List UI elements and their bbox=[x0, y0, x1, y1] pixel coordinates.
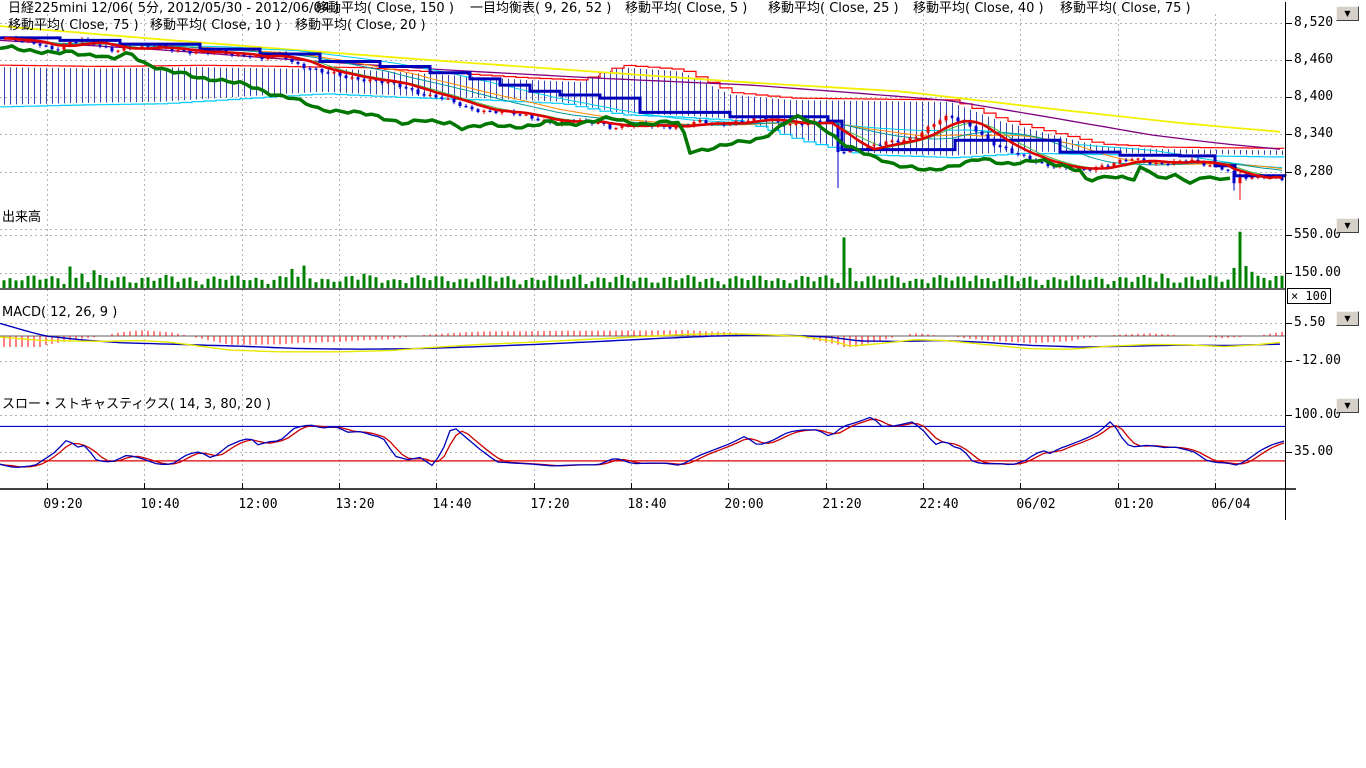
legend-ma10: 移動平均( Close, 10 ) bbox=[150, 19, 281, 33]
chart-application-window: 日経225mini 12/06( 5分, 2012/05/30 - 2012/0… bbox=[0, 0, 1366, 768]
stoch-k-line bbox=[0, 418, 1284, 468]
x-axis-label: 14:40 bbox=[432, 497, 472, 512]
x-axis-label: 06/02 bbox=[1016, 497, 1056, 512]
stoch-axis-label: 35.00 bbox=[1294, 445, 1333, 459]
price-axis-label: 8,280 bbox=[1294, 165, 1333, 179]
legend-ma20: 移動平均( Close, 20 ) bbox=[295, 19, 426, 33]
macd-scale-dropdown-button[interactable]: ▼ bbox=[1336, 311, 1359, 326]
volume-axis-label: 150.00 bbox=[1294, 266, 1341, 280]
x-axis-label: 09:20 bbox=[43, 497, 83, 512]
chevron-down-icon: ▼ bbox=[1344, 315, 1350, 323]
legend-ma75-2: 移動平均( Close, 75 ) bbox=[8, 19, 139, 33]
legend-ma75: 移動平均( Close, 75 ) bbox=[1060, 2, 1191, 16]
x-axis-label: 12:00 bbox=[238, 497, 278, 512]
price-scale-dropdown-button[interactable]: ▼ bbox=[1336, 6, 1359, 21]
chart-title: 日経225mini 12/06( 5分, 2012/05/30 - 2012/0… bbox=[8, 2, 339, 16]
x-axis-label: 18:40 bbox=[627, 497, 667, 512]
x-axis-label: 10:40 bbox=[140, 497, 180, 512]
chart-canvas[interactable] bbox=[0, 0, 1366, 768]
macd-pane-title: MACD( 12, 26, 9 ) bbox=[2, 306, 117, 320]
ichimoku-kijun-line bbox=[0, 38, 1285, 176]
legend-ma40: 移動平均( Close, 40 ) bbox=[913, 2, 1044, 16]
x-axis-label: 20:00 bbox=[724, 497, 764, 512]
chevron-down-icon: ▼ bbox=[1344, 222, 1350, 230]
volume-axis-label: 550.00 bbox=[1294, 228, 1341, 242]
x-axis-label: 06/04 bbox=[1211, 497, 1251, 512]
volume-multiplier-badge: × 100 bbox=[1287, 288, 1331, 304]
stoch-scale-dropdown-button[interactable]: ▼ bbox=[1336, 398, 1359, 413]
chevron-down-icon: ▼ bbox=[1344, 402, 1350, 410]
x-axis-label: 22:40 bbox=[919, 497, 959, 512]
price-axis-label: 8,520 bbox=[1294, 16, 1333, 30]
legend-ma5: 移動平均( Close, 5 ) bbox=[625, 2, 747, 16]
price-axis-label: 8,340 bbox=[1294, 127, 1333, 141]
macd-axis-label: 5.50 bbox=[1294, 316, 1325, 330]
x-axis-label: 01:20 bbox=[1114, 497, 1154, 512]
volume-scale-dropdown-button[interactable]: ▼ bbox=[1336, 218, 1359, 233]
volume-pane-title: 出来高 bbox=[2, 211, 41, 225]
legend-ma25: 移動平均( Close, 25 ) bbox=[768, 2, 899, 16]
legend-ichimoku: 一目均衡表( 9, 26, 52 ) bbox=[470, 2, 611, 16]
x-axis-label: 21:20 bbox=[822, 497, 862, 512]
x-axis-label: 17:20 bbox=[530, 497, 570, 512]
price-axis-label: 8,400 bbox=[1294, 90, 1333, 104]
chevron-down-icon: ▼ bbox=[1344, 10, 1350, 18]
macd-axis-label: -12.00 bbox=[1294, 354, 1341, 368]
stoch-pane-title: スロー・ストキャスティクス( 14, 3, 80, 20 ) bbox=[2, 398, 271, 412]
volume-bars bbox=[3, 232, 1284, 288]
price-axis-label: 8,460 bbox=[1294, 53, 1333, 67]
ichimoku-chikou-line bbox=[0, 46, 1230, 183]
x-axis-label: 13:20 bbox=[335, 497, 375, 512]
stoch-axis-label: 100.00 bbox=[1294, 408, 1341, 422]
legend-ma150: 移動平均( Close, 150 ) bbox=[315, 2, 454, 16]
